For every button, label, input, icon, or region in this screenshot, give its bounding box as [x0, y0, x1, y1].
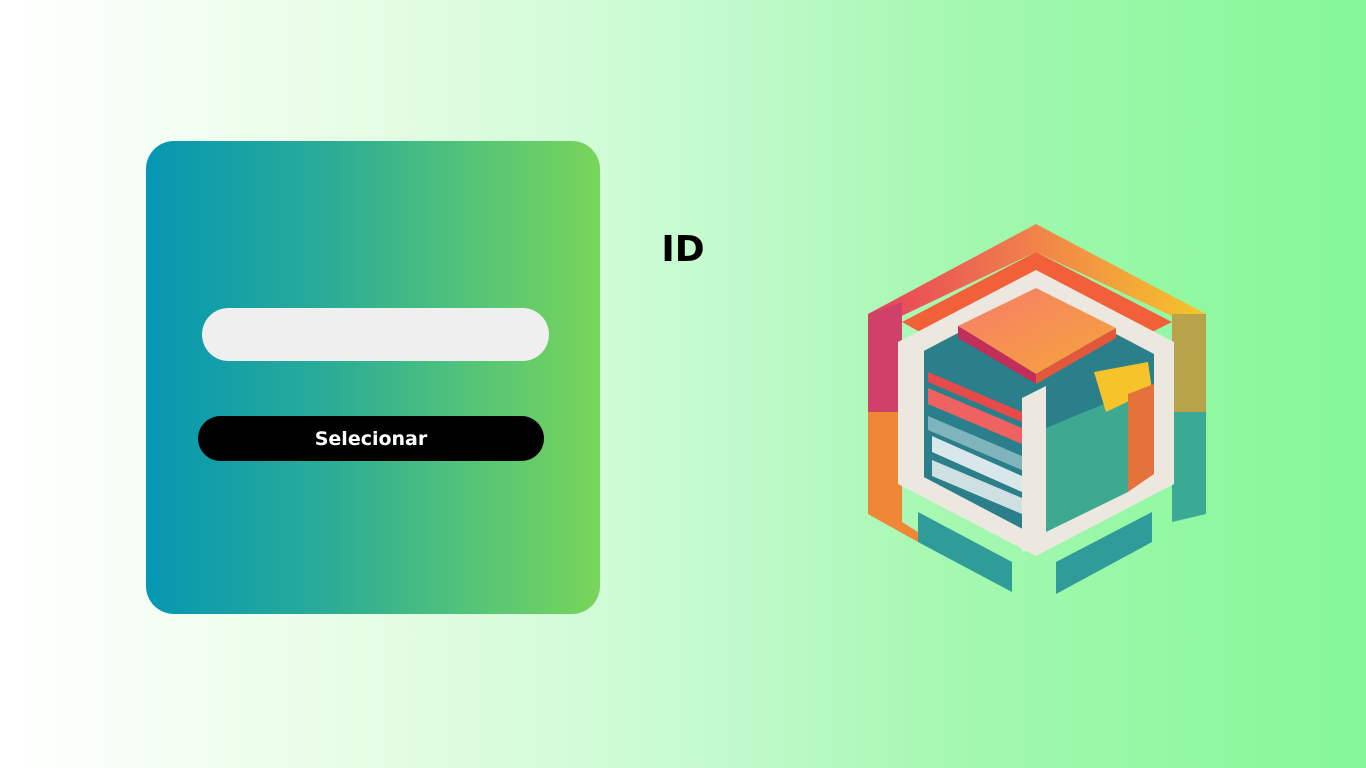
id-input[interactable] [202, 308, 549, 361]
selecionar-button[interactable]: Selecionar [198, 416, 544, 461]
cube-logo-icon [868, 224, 1206, 594]
id-card [146, 141, 600, 614]
